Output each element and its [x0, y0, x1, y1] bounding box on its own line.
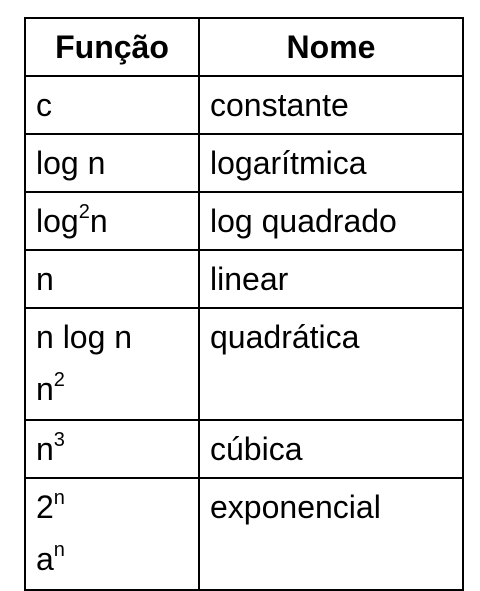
funcao-text: n	[36, 261, 54, 297]
funcao-text: c	[36, 87, 52, 123]
funcao-superscript: 2	[78, 201, 90, 224]
funcao-text: n log n	[36, 319, 133, 355]
table-row: c constante	[24, 75, 464, 135]
funcao-cell: n3	[24, 419, 200, 479]
header-funcao: Função	[24, 17, 200, 77]
funcao-text: log	[36, 203, 79, 239]
nome-text: linear	[210, 261, 289, 297]
funcao-cell: n	[24, 249, 200, 309]
header-nome: Nome	[198, 17, 464, 77]
funcao-superscript: n	[53, 539, 65, 562]
funcao-cell: n log n n2	[24, 307, 200, 421]
table-row: n3 cúbica	[24, 419, 464, 479]
nome-cell: quadrática	[198, 307, 464, 421]
funcao-cell: log n	[24, 133, 200, 193]
table-row: 2n an exponencial	[24, 477, 464, 591]
nome-cell: linear	[198, 249, 464, 309]
table-row: n log n n2 quadrática	[24, 307, 464, 421]
funcao-text: 2	[36, 489, 54, 525]
table-row: log n logarítmica	[24, 133, 464, 193]
nome-cell: cúbica	[198, 419, 464, 479]
funcao-cell: log2n	[24, 191, 200, 251]
nome-text: logarítmica	[210, 145, 367, 181]
funcao-text: n	[36, 371, 54, 407]
nome-text: log quadrado	[210, 203, 397, 239]
nome-cell: exponencial	[198, 477, 464, 591]
table-header-row: Função Nome	[24, 17, 464, 77]
funcao-superscript: 3	[53, 429, 65, 452]
funcao-superscript: 2	[53, 369, 65, 392]
nome-cell: logarítmica	[198, 133, 464, 193]
nome-text: quadrática	[210, 319, 360, 355]
funcao-cell: 2n an	[24, 477, 200, 591]
nome-cell: constante	[198, 75, 464, 135]
funcao-text: n	[36, 431, 54, 467]
nome-text: constante	[210, 87, 349, 123]
complexity-table: Função Nome c constante log n logarítmic…	[24, 17, 464, 591]
table-row: n linear	[24, 249, 464, 309]
funcao-cell: c	[24, 75, 200, 135]
nome-cell: log quadrado	[198, 191, 464, 251]
funcao-text-after: n	[89, 203, 108, 239]
funcao-text: log n	[36, 145, 106, 181]
table-row: log2n log quadrado	[24, 191, 464, 251]
funcao-superscript: n	[53, 487, 65, 510]
funcao-text: a	[36, 541, 54, 577]
nome-text: exponencial	[210, 489, 381, 525]
nome-text: cúbica	[210, 431, 303, 467]
